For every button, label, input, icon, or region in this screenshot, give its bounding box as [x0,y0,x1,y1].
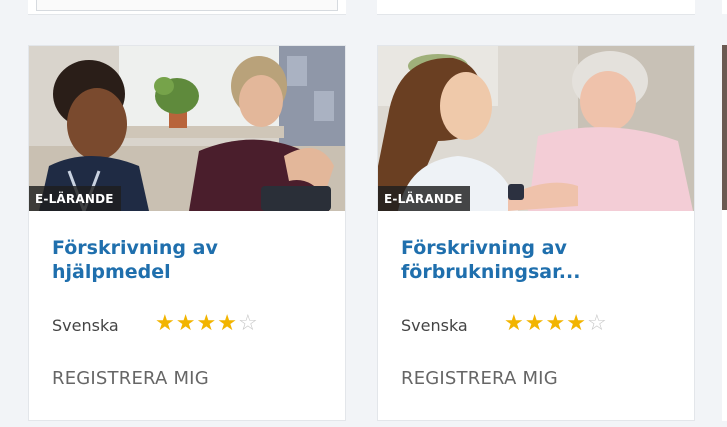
course-card[interactable]: E-LÄRANDE Förskrivning av förbrukningsar… [377,45,695,421]
previous-card-inner-box [36,0,338,11]
previous-card-bottom [377,0,695,15]
course-language: Svenska [401,316,468,335]
register-button[interactable]: REGISTRERA MIG [52,368,209,389]
rating-stars: ★★★★☆ [504,311,608,336]
next-card-edge [722,45,727,421]
course-title-link[interactable]: Förskrivning av hjälpmedel [52,236,322,284]
course-image[interactable]: E-LÄRANDE [29,46,345,211]
register-button[interactable]: REGISTRERA MIG [401,368,558,389]
star-filled-icon: ★ [545,311,567,336]
course-image[interactable]: E-LÄRANDE [378,46,694,211]
star-filled-icon: ★ [504,311,525,336]
course-language: Svenska [52,316,119,335]
course-type-badge: E-LÄRANDE [29,186,121,211]
previous-card-bottom [722,0,727,14]
course-type-badge: E-LÄRANDE [378,186,470,211]
star-filled-icon: ★ [566,311,587,336]
rating-stars: ★★★★☆ [155,311,259,336]
star-empty-icon: ☆ [237,311,259,336]
star-filled-icon: ★ [155,311,176,336]
course-title-link[interactable]: Förskrivning av förbrukningsar... [401,236,671,284]
star-empty-icon: ☆ [586,311,608,336]
star-filled-icon: ★ [196,311,218,336]
star-filled-icon: ★ [217,311,238,336]
star-filled-icon: ★ [524,311,546,336]
course-card[interactable]: E-LÄRANDE Förskrivning av hjälpmedel Sve… [28,45,346,421]
star-filled-icon: ★ [175,311,197,336]
previous-card-bottom [28,0,346,15]
next-card-image [722,45,727,210]
